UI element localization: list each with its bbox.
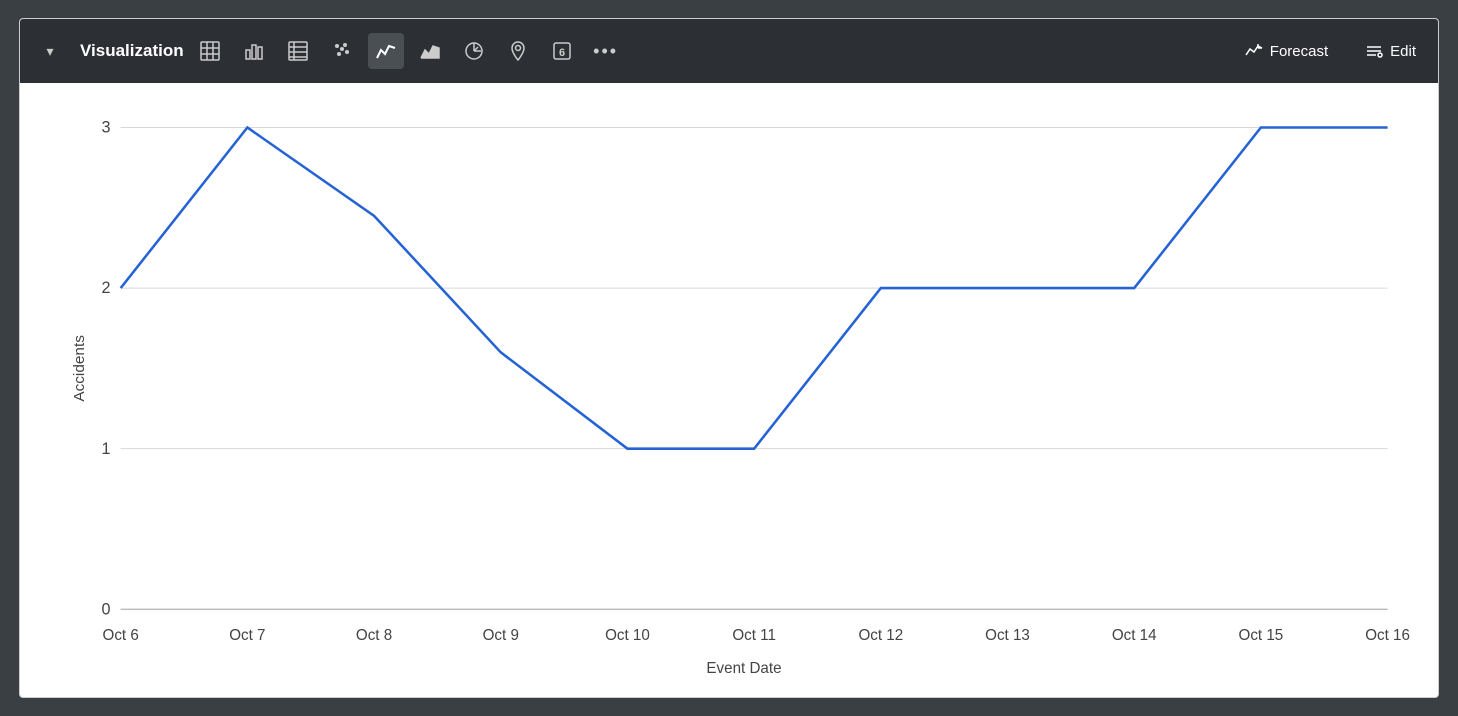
map-pin-icon-btn[interactable] <box>500 33 536 69</box>
svg-text:3: 3 <box>102 119 111 137</box>
toolbar-right: Forecast Edit <box>1234 35 1426 67</box>
table-icon-btn[interactable] <box>192 33 228 69</box>
svg-text:Oct 16: Oct 16 <box>1365 627 1410 644</box>
svg-text:Oct 6: Oct 6 <box>103 627 139 644</box>
more-icon-btn[interactable]: ••• <box>588 33 624 69</box>
forecast-label: Forecast <box>1270 43 1328 60</box>
scatter-icon-btn[interactable] <box>324 33 360 69</box>
gantt-icon-btn[interactable] <box>280 33 316 69</box>
svg-text:Oct 12: Oct 12 <box>858 627 903 644</box>
area-chart-icon-btn[interactable] <box>412 33 448 69</box>
toolbar-left: ▾ Visualization <box>32 33 1228 69</box>
svg-text:Oct 13: Oct 13 <box>985 627 1030 644</box>
toolbar: ▾ Visualization <box>20 19 1438 83</box>
svg-text:1: 1 <box>102 440 111 458</box>
collapse-button[interactable]: ▾ <box>32 33 68 69</box>
svg-text:0: 0 <box>102 600 111 618</box>
svg-text:Oct 8: Oct 8 <box>356 627 392 644</box>
svg-text:2: 2 <box>102 279 111 297</box>
chart-area: Accidents 0 1 2 3 Oct 6 Oct 7 Oct 8 Oct 9 Oct 10… <box>20 83 1438 697</box>
forecast-button[interactable]: Forecast <box>1234 35 1338 67</box>
line-chart-icon-btn[interactable] <box>368 33 404 69</box>
svg-text:6: 6 <box>559 47 565 59</box>
edit-label: Edit <box>1390 43 1416 60</box>
svg-text:Oct 14: Oct 14 <box>1112 627 1157 644</box>
chart-svg: 0 1 2 3 Oct 6 Oct 7 Oct 8 Oct 9 Oct 10 Oct 11 Oct … <box>70 107 1418 681</box>
svg-text:Oct 11: Oct 11 <box>732 627 776 644</box>
svg-text:Oct 15: Oct 15 <box>1239 627 1284 644</box>
svg-text:Oct 7: Oct 7 <box>229 627 265 644</box>
visualization-panel: ▾ Visualization <box>19 18 1439 698</box>
svg-text:Event Date: Event Date <box>706 660 781 677</box>
panel-title: Visualization <box>80 41 184 61</box>
edit-button[interactable]: Edit <box>1354 35 1426 67</box>
svg-text:Oct 10: Oct 10 <box>605 627 650 644</box>
pie-chart-icon-btn[interactable] <box>456 33 492 69</box>
number-icon-btn[interactable]: 6 <box>544 33 580 69</box>
svg-text:Oct 9: Oct 9 <box>483 627 519 644</box>
svg-text:Accidents: Accidents <box>71 335 88 402</box>
bar-chart-icon-btn[interactable] <box>236 33 272 69</box>
